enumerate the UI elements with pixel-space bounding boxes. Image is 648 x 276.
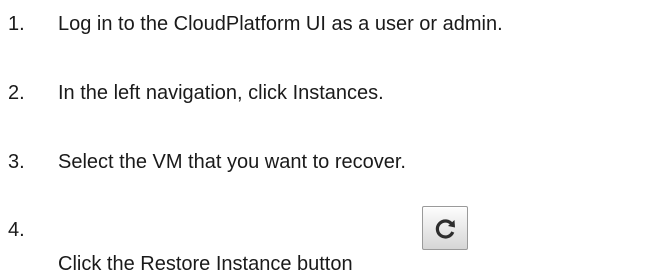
step-text: Log in to the CloudPlatform UI as a user… [58, 13, 503, 35]
restore-instance-button[interactable] [422, 206, 468, 250]
step-number: 4. [8, 219, 25, 241]
step-number: 3. [8, 151, 25, 173]
step-text: Click the Restore Instance button [58, 253, 353, 275]
restore-icon [435, 219, 455, 239]
step-text: In the left navigation, click Instances. [58, 82, 384, 104]
step-number: 2. [8, 82, 25, 104]
step-text: Select the VM that you want to recover. [58, 151, 406, 173]
step-number: 1. [8, 13, 25, 35]
